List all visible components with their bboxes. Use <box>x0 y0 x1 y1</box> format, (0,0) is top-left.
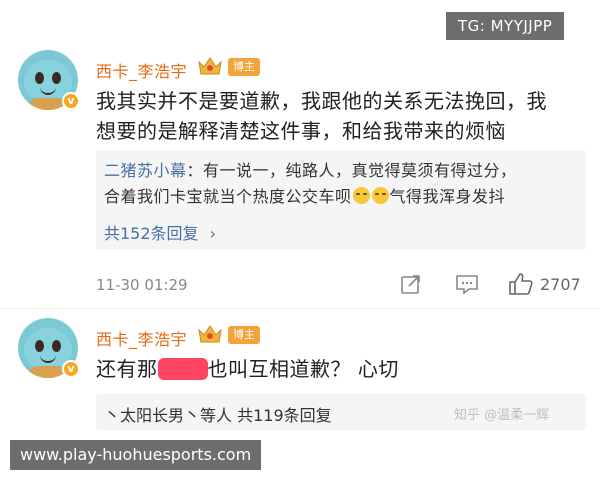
crown-icon <box>198 325 222 343</box>
comment1-timestamp: 11-30 01:29 <box>96 276 188 294</box>
share-icon[interactable] <box>400 273 422 295</box>
verified-badge-icon: v <box>62 92 80 110</box>
reply-preview: 二猪苏小幕：有一说一，纯路人，真觉得莫须有得过分， 合着我们卡宝就当个热度公交车… <box>104 158 584 210</box>
zhihu-watermark: 知乎 @温柔一辉 <box>454 408 550 423</box>
chevron-right-icon: › <box>209 224 217 243</box>
comment2-username[interactable]: 西卡_李浩宇 <box>96 326 187 350</box>
comment1-content-line1: 我其实并不是要道歉，我跟他的关系无法挽回，我 <box>96 89 547 113</box>
smile-emoji-icon <box>371 187 389 204</box>
comment2-reply-box[interactable]: 丶太阳长男丶等人 共119条回复 知乎 @温柔一辉 <box>96 394 586 430</box>
reply-author[interactable]: 二猪苏小幕 <box>104 161 187 180</box>
comment2-content: 还有那 也叫互相道歉？ 心切 <box>96 354 399 384</box>
comment-icon[interactable] <box>455 273 479 295</box>
comment2-content-b: 也叫互相道歉？ 心切 <box>207 357 399 381</box>
reply-count-label[interactable]: 共152条回复 <box>104 224 199 243</box>
watermark-top: TG: MYYJJPP <box>446 12 565 40</box>
reply-text-line1: ：有一说一，纯路人，真觉得莫须有得过分， <box>186 161 517 180</box>
comment2-content-a: 还有那 <box>96 357 158 381</box>
comment1-content: 我其实并不是要道歉，我跟他的关系无法挽回，我 想要的是解释清楚这件事，和给我带来… <box>96 86 586 146</box>
crown-icon <box>198 57 222 75</box>
like-icon[interactable] <box>508 272 534 296</box>
smile-emoji-icon <box>352 187 370 204</box>
verified-badge-icon: v <box>62 360 80 378</box>
reply-text-line2b: 气得我浑身发抖 <box>389 187 506 206</box>
reply-count-link[interactable]: 共152条回复 › <box>104 220 216 244</box>
watermark-bottom: www.play-huohuesports.com <box>10 440 262 470</box>
comment1-username[interactable]: 西卡_李浩宇 <box>96 58 187 82</box>
divider <box>0 308 600 309</box>
host-badge: 博主 <box>228 58 260 76</box>
reply-text-line2a: 合着我们卡宝就当个热度公交车呗 <box>104 187 352 206</box>
like-count: 2707 <box>540 275 581 294</box>
comment2-avatar[interactable]: v <box>18 318 90 390</box>
comment1-reply-box[interactable]: 二猪苏小幕：有一说一，纯路人，真觉得莫须有得过分， 合着我们卡宝就当个热度公交车… <box>96 150 586 250</box>
comment1-avatar[interactable]: v <box>18 50 90 122</box>
comment2-reply-row[interactable]: 丶太阳长男丶等人 共119条回复 <box>104 402 332 426</box>
host-badge: 博主 <box>228 326 260 344</box>
redaction-mark <box>157 358 208 380</box>
comment1-content-line2: 想要的是解释清楚这件事，和给我带来的烦恼 <box>96 119 506 143</box>
